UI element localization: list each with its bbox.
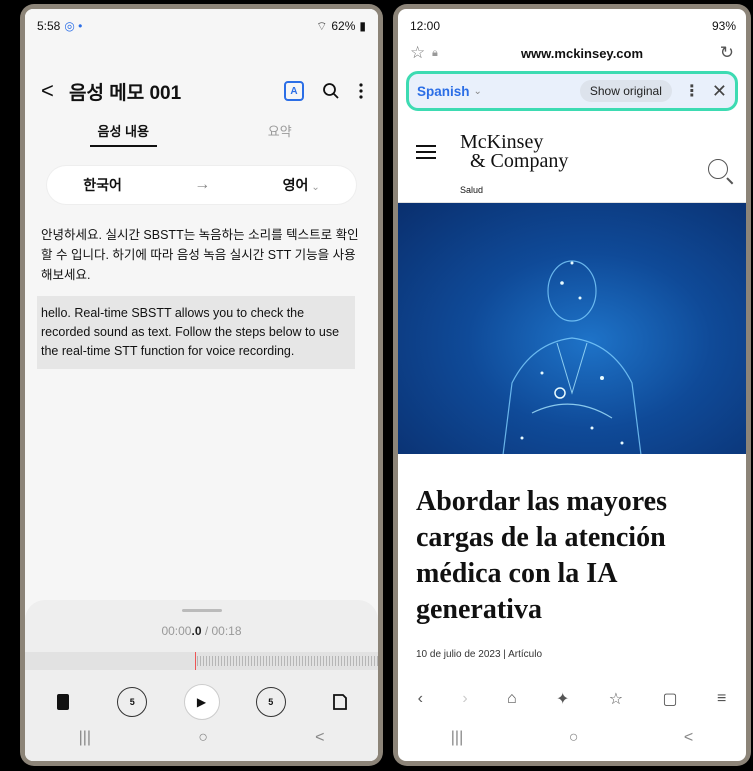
recents-button[interactable]: ||| [451,729,463,747]
english-translation: hello. Real-time SBSTT allows you to che… [37,296,355,369]
lock-icon: 🔒︎ [432,46,438,59]
menu-icon[interactable] [416,145,436,163]
back-button[interactable]: < [41,78,63,104]
app-header: < 음성 메모 001 A [41,77,364,105]
chevron-down-icon: ⌄ [311,182,320,193]
home-button[interactable]: ○ [198,729,208,747]
browser-screen: 12:00 93% ☆ 🔒︎ www.mckinsey.com ↻ Spanis… [398,9,746,761]
system-nav-bar: ||| ○ < [398,715,746,761]
bookmarks-icon[interactable]: ☆ [609,689,623,709]
system-back-button[interactable]: < [315,729,324,747]
note-icon [333,694,347,710]
tab-summary[interactable]: 요약 [202,121,359,151]
source-language[interactable]: 한국어 [83,175,122,195]
ai-sparkle-icon[interactable]: ✦ [556,689,569,709]
close-icon[interactable]: ✕ [712,81,727,102]
voice-memo-screen: 5:58 ◎ • ⌔ 62% ▮ < 음성 메모 001 A 음성 내용 요약 … [25,9,378,761]
battery-icon: ▮ [359,19,366,33]
battery-level: 62% [331,19,356,33]
play-icon: ▶ [196,695,207,709]
playback-time: 00:00.0 / 00:18 [161,624,242,638]
page-title: 음성 메모 001 [69,82,182,104]
home-button[interactable]: ○ [569,729,579,747]
playhead[interactable] [195,652,196,670]
search-icon[interactable] [708,159,728,179]
status-time: 5:58 [37,19,61,33]
article-date: 10 de julio de 2023 | Artículo [416,649,543,660]
arrow-right-icon: → [194,176,211,193]
waveform[interactable] [25,652,378,670]
status-bar: 5:58 ◎ • ⌔ 62% ▮ [37,17,366,35]
tab-transcript[interactable]: 음성 내용 [45,121,202,151]
home-icon[interactable]: ⌂ [507,690,517,708]
site-header: McKinsey & Company Salud [398,115,746,203]
right-phone: 12:00 93% ☆ 🔒︎ www.mckinsey.com ↻ Spanis… [393,4,751,766]
target-language-dropdown[interactable]: 영어 ⌄ [283,175,320,195]
drag-handle[interactable] [181,609,222,612]
browser-toolbar: ‹ › ⌂ ✦ ☆ ▢ ≡ [398,681,746,717]
hero-image [398,203,746,454]
translate-language-dropdown[interactable]: Spanish [417,84,470,99]
skip-back-button[interactable]: 5 [117,687,148,717]
section-label: Salud [460,185,484,195]
article-headline[interactable]: Abordar las mayores cargas de la atenció… [416,484,736,628]
menu-icon[interactable]: ≡ [717,690,726,708]
ai-translate-icon[interactable]: A [284,81,304,101]
digital-doctor-illustration [502,260,642,454]
tabs-icon[interactable]: ▢ [662,689,677,709]
tab-bar: 음성 내용 요약 [45,121,358,151]
browser-back-icon[interactable]: ‹ [418,690,423,708]
more-options-icon[interactable]: ⋮ [684,81,700,101]
reload-icon[interactable]: ↻ [712,43,734,63]
skip-back-icon: 5 [129,697,135,707]
left-phone: 5:58 ◎ • ⌔ 62% ▮ < 음성 메모 001 A 음성 내용 요약 … [20,4,383,766]
site-logo-line1[interactable]: McKinsey [460,132,543,152]
translate-bar: Spanish ⌄ Show original ⋮ ✕ [406,71,738,111]
skip-forward-button[interactable]: 5 [255,687,286,717]
wifi-icon: ⌔ [316,18,328,33]
more-options-icon[interactable] [358,82,364,100]
status-indicators: ◎ • [64,19,83,33]
bookmark-icon [57,694,69,710]
status-bar: 12:00 93% [410,17,736,35]
recents-button[interactable]: ||| [79,729,91,747]
show-original-button[interactable]: Show original [579,80,672,102]
browser-forward-icon[interactable]: › [462,690,467,708]
status-time: 12:00 [410,19,441,33]
system-nav-bar: ||| ○ < [25,715,378,761]
chevron-down-icon: ⌄ [473,85,482,97]
system-back-button[interactable]: < [684,729,693,747]
site-logo-line2[interactable]: & Company [470,151,568,171]
search-icon[interactable] [322,82,340,100]
bookmark-star-icon[interactable]: ☆ [410,43,432,63]
skip-forward-icon: 5 [268,697,274,707]
korean-transcript: 안녕하세요. 실시간 SBSTT는 녹음하는 소리를 텍스트로 확인할 수 입니… [41,228,359,282]
address-bar: ☆ 🔒︎ www.mckinsey.com ↻ [410,39,734,67]
battery-level: 93% [711,19,736,33]
language-selector[interactable]: 한국어 → 영어 ⌄ [47,166,356,204]
url-text[interactable]: www.mckinsey.com [452,46,712,61]
